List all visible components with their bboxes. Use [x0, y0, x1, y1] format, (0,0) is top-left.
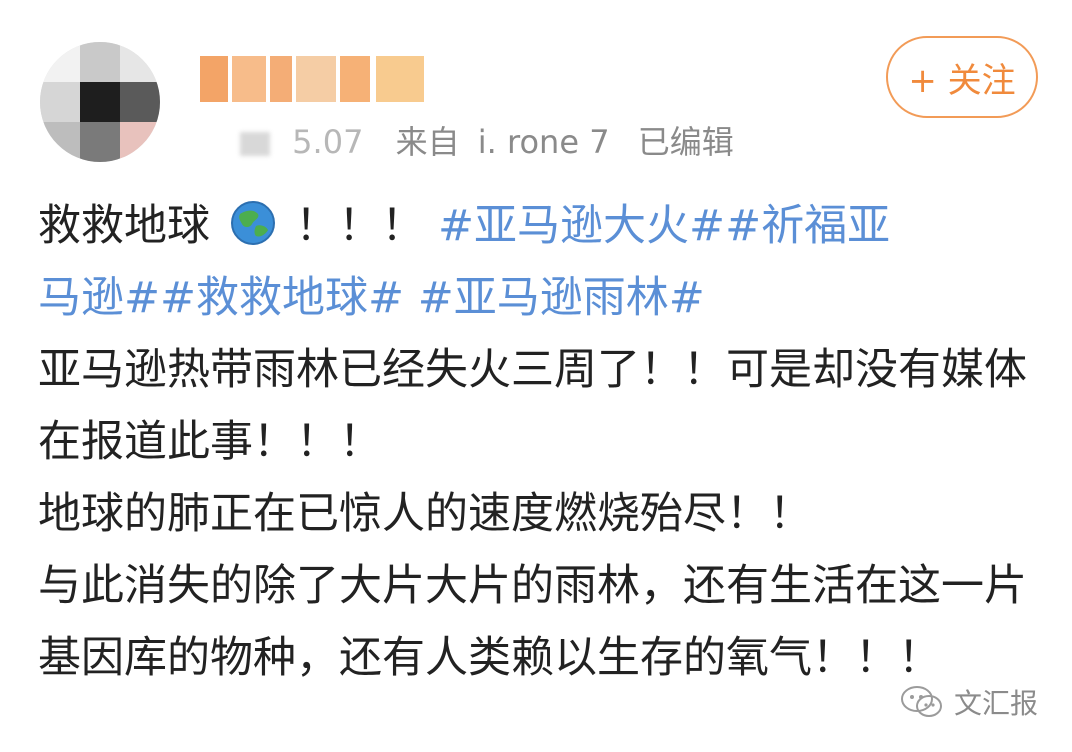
username[interactable] — [200, 56, 440, 106]
source-prefix: 来自 — [395, 123, 460, 161]
post-paragraph-2: 亚马逊热带雨林已经失火三周了！！可是却没有媒体在报道此事！！！ — [38, 345, 1027, 467]
avatar[interactable] — [40, 42, 160, 162]
hashtags-line1[interactable]: #亚马逊大火##祈福亚 — [438, 201, 890, 251]
post-paragraph-3: 地球的肺正在已惊人的速度燃烧殆尽！！ — [38, 489, 812, 539]
hashtags-line2[interactable]: 马逊##救救地球# #亚马逊雨林# — [38, 273, 705, 323]
post-line1-prefix: 救救地球 — [38, 201, 210, 251]
post-paragraph-4: 与此消失的除了大片大片的雨林，还有生活在这一片基因库的物种，还有人类赖以生存的氧… — [38, 561, 1027, 683]
obscured-time — [240, 132, 270, 156]
globe-emoji-icon — [230, 196, 276, 245]
post-body: 救救地球 ！！！ #亚马逊大火##祈福亚 马逊##救救地球# #亚马逊雨林# 亚… — [38, 190, 1038, 694]
post-paragraph-1: 救救地球 ！！！ #亚马逊大火##祈福亚 马逊##救救地球# #亚马逊雨林# — [38, 190, 1038, 334]
watermark-label: 文汇报 — [953, 687, 1038, 720]
watermark: 文汇报 — [900, 682, 1038, 722]
post-meta: 5.07 来自 i. rone 7 已编辑 — [240, 122, 734, 162]
post-line1-suffix: ！！！ — [295, 201, 425, 251]
wechat-icon — [900, 684, 944, 720]
time-text: 5.07 — [292, 123, 364, 161]
edited-label: 已编辑 — [637, 123, 734, 161]
follow-button[interactable]: + 关注 — [886, 36, 1038, 118]
source-device: i. rone 7 — [477, 123, 610, 161]
follow-button-label: + 关注 — [908, 60, 1016, 101]
